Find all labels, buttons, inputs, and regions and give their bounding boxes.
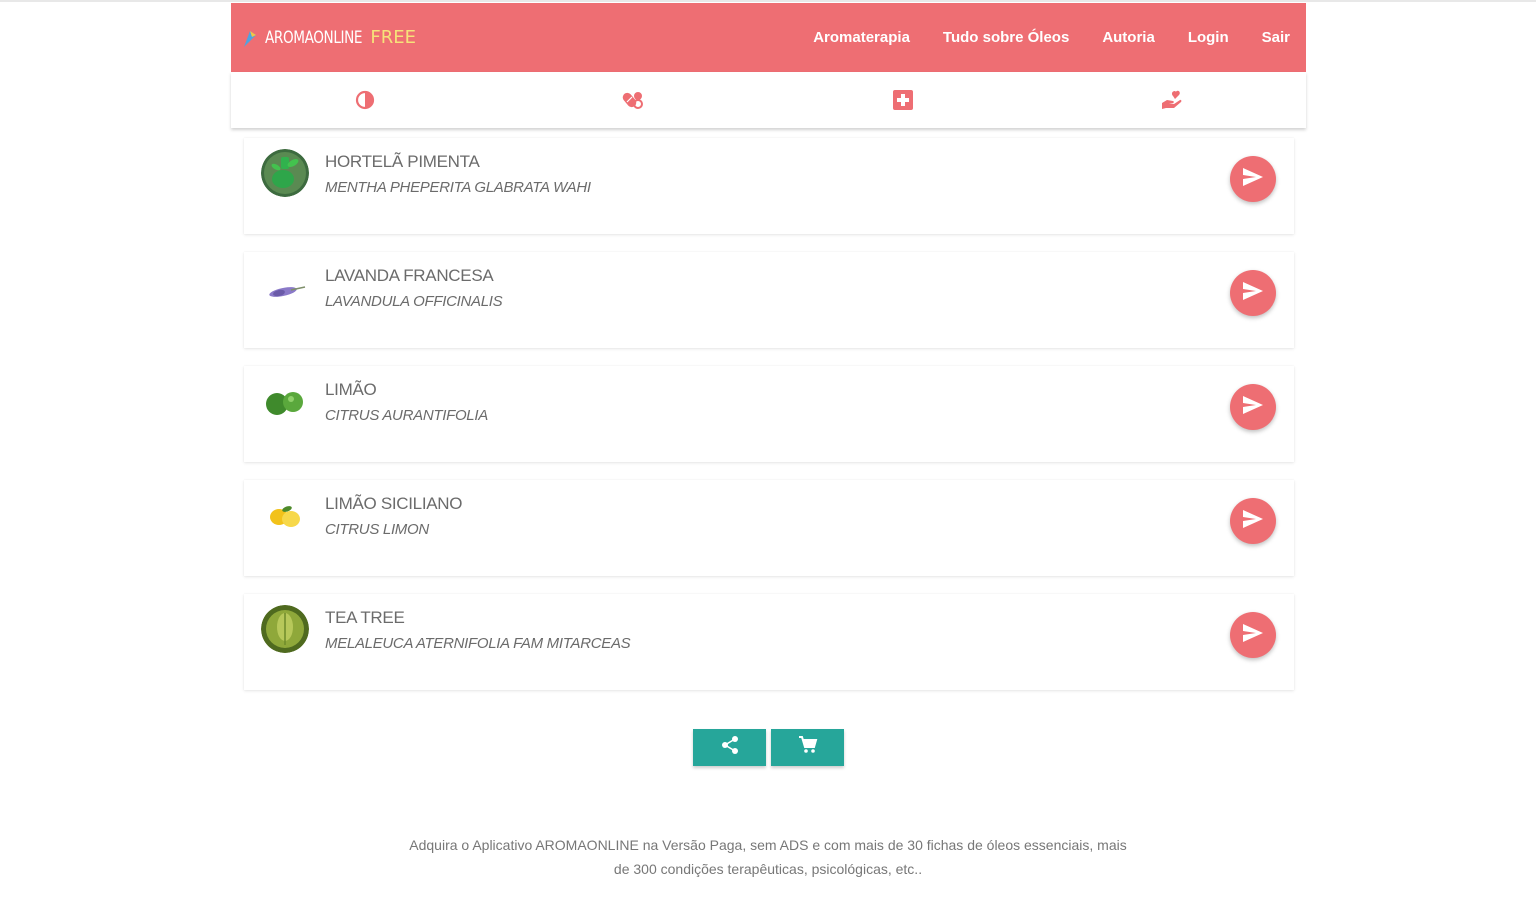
list-item[interactable]: TEA TREE MELALEUCA ATERNIFOLIA FAM MITAR… [244, 594, 1294, 690]
action-buttons [693, 729, 844, 766]
share-button[interactable] [693, 729, 766, 766]
nav-link-aromaterapia[interactable]: Aromaterapia [813, 29, 910, 46]
nav-link-sair[interactable]: Sair [1262, 29, 1290, 46]
open-oil-button[interactable] [1230, 156, 1276, 202]
cart-icon [798, 735, 818, 760]
top-divider [0, 0, 1536, 2]
peppermint-image [261, 149, 309, 197]
pills-icon [622, 89, 646, 116]
list-item[interactable]: HORTELÃ PIMENTA MENTHA PHEPERITA GLABRAT… [244, 138, 1294, 234]
send-icon [1242, 623, 1264, 648]
nav-link-autoria[interactable]: Autoria [1102, 29, 1155, 46]
medical-cross-icon [892, 89, 914, 116]
oil-scientific-name: LAVANDULA OFFICINALIS [325, 293, 503, 310]
nav-link-tudo-sobre-oleos[interactable]: Tudo sobre Óleos [943, 29, 1069, 46]
tab-oils[interactable] [231, 72, 500, 128]
leaf-logo-icon [241, 27, 259, 49]
oil-name: LIMÃO SICILIANO [325, 494, 463, 513]
open-oil-button[interactable] [1230, 270, 1276, 316]
navbar: AROMAONLINE FREE Aromaterapia Tudo sobre… [231, 3, 1306, 72]
drop-icon [355, 90, 375, 115]
send-icon [1242, 167, 1264, 192]
open-oil-button[interactable] [1230, 498, 1276, 544]
nav-link-login[interactable]: Login [1188, 29, 1229, 46]
lime-image [261, 377, 309, 425]
send-icon [1242, 395, 1264, 420]
brand-name: AROMAONLINE [265, 27, 363, 48]
oil-name: HORTELÃ PIMENTA [325, 152, 480, 171]
cart-button[interactable] [771, 729, 844, 766]
oil-scientific-name: CITRUS LIMON [325, 521, 429, 538]
list-item[interactable]: LAVANDA FRANCESA LAVANDULA OFFICINALIS [244, 252, 1294, 348]
oil-name: TEA TREE [325, 608, 405, 627]
open-oil-button[interactable] [1230, 612, 1276, 658]
oil-scientific-name: MENTHA PHEPERITA GLABRATA WAHI [325, 179, 591, 196]
lavender-image [261, 263, 309, 311]
oil-scientific-name: MELALEUCA ATERNIFOLIA FAM MITARCEAS [325, 635, 631, 652]
promo-text: Adquira o Aplicativo AROMAONLINE na Vers… [409, 837, 1127, 877]
share-icon [720, 735, 740, 760]
heart-hand-icon [1160, 89, 1184, 116]
lemon-image [261, 491, 309, 539]
tab-health[interactable] [769, 72, 1038, 128]
oil-list: HORTELÃ PIMENTA MENTHA PHEPERITA GLABRAT… [244, 138, 1294, 708]
open-oil-button[interactable] [1230, 384, 1276, 430]
list-item[interactable]: LIMÃO SICILIANO CITRUS LIMON [244, 480, 1294, 576]
oil-name: LAVANDA FRANCESA [325, 266, 494, 285]
send-icon [1242, 281, 1264, 306]
list-item[interactable]: LIMÃO CITRUS AURANTIFOLIA [244, 366, 1294, 462]
brand-tag: FREE [370, 27, 416, 48]
icon-tabbar [231, 72, 1306, 128]
tab-care[interactable] [1037, 72, 1306, 128]
tab-remedies[interactable] [500, 72, 769, 128]
nav-links: Aromaterapia Tudo sobre Óleos Autoria Lo… [813, 29, 1290, 46]
oil-name: LIMÃO [325, 380, 377, 399]
page: AROMAONLINE FREE Aromaterapia Tudo sobre… [0, 0, 1536, 900]
oil-scientific-name: CITRUS AURANTIFOLIA [325, 407, 488, 424]
brand-logo-link[interactable]: AROMAONLINE FREE [241, 27, 416, 49]
send-icon [1242, 509, 1264, 534]
tea-tree-image [261, 605, 309, 653]
app-shell: AROMAONLINE FREE Aromaterapia Tudo sobre… [231, 3, 1306, 128]
